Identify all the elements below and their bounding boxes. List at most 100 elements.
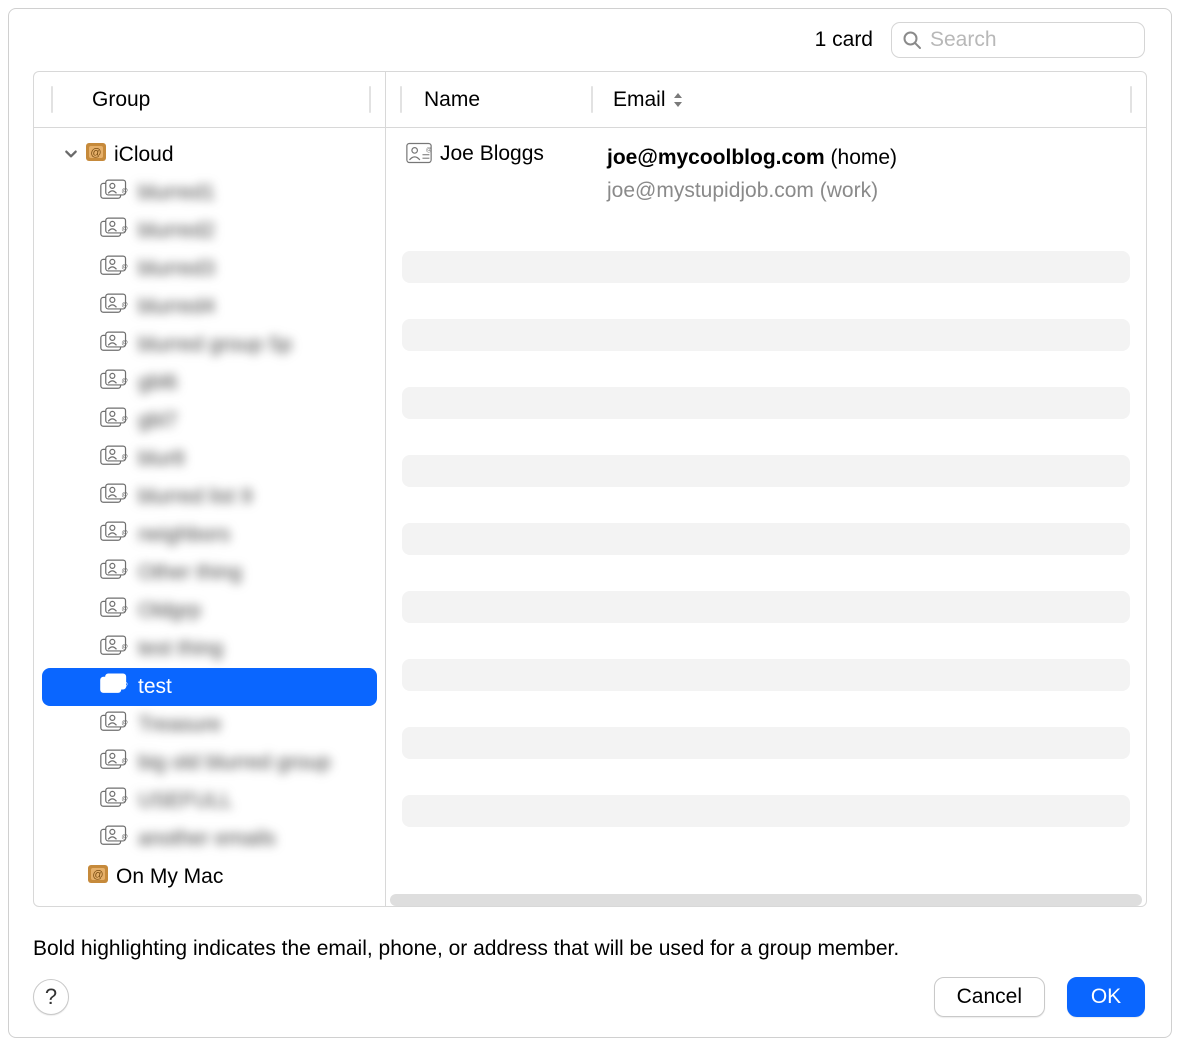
account-row-icloud[interactable]: @ iCloud: [42, 136, 377, 174]
sidebar-group-label: blurred3: [138, 257, 215, 281]
search-input[interactable]: [930, 28, 1134, 52]
empty-row-placeholder: [402, 523, 1130, 555]
sidebar-group-item[interactable]: @ blurred1: [42, 174, 377, 212]
contact-group-icon: @: [100, 255, 132, 283]
svg-text:@: @: [121, 643, 128, 650]
sidebar-group-item[interactable]: @blurred group 5p: [42, 326, 377, 364]
svg-text:@: @: [121, 491, 128, 498]
contact-row[interactable]: @Joe Bloggsjoe@mycoolblog.com (home)joe@…: [402, 134, 1130, 215]
disclosure-triangle-icon[interactable]: [64, 143, 78, 167]
sidebar-group-label: blurred4: [138, 295, 215, 319]
column-header-email[interactable]: Email: [591, 72, 1146, 127]
contact-group-icon: @: [100, 559, 132, 587]
sidebar-group-label: test thing: [138, 637, 223, 661]
sidebar-group-item[interactable]: @gbl6: [42, 364, 377, 402]
svg-text:@: @: [121, 681, 128, 688]
address-book-icon: @: [86, 862, 110, 892]
svg-text:@: @: [121, 757, 128, 764]
account-row-on-my-mac[interactable]: @On My Mac: [42, 858, 377, 896]
sidebar-group-label: test: [138, 675, 172, 699]
sidebar-group-item[interactable]: @gbl7: [42, 402, 377, 440]
sidebar-group-item[interactable]: @blurred list 9: [42, 478, 377, 516]
svg-text:@: @: [121, 605, 128, 612]
sidebar-group-item[interactable]: @another emails: [42, 820, 377, 858]
address-book-icon: @: [84, 140, 108, 170]
empty-row-placeholder: [402, 387, 1130, 419]
contact-group-icon: @: [100, 787, 132, 815]
column-email-label: Email: [613, 88, 666, 112]
sidebar-group-item[interactable]: @ Treasure: [42, 706, 377, 744]
footer-controls: ? Cancel OK: [33, 975, 1145, 1019]
contact-group-icon: @: [100, 331, 132, 359]
sidebar-group-item[interactable]: @ blurred2: [42, 212, 377, 250]
account-label: iCloud: [114, 143, 174, 167]
contact-group-icon: @: [100, 711, 132, 739]
cancel-button[interactable]: Cancel: [934, 977, 1045, 1017]
email-entry[interactable]: joe@mycoolblog.com (home): [607, 142, 1130, 175]
sidebar-group-item[interactable]: @ test: [42, 668, 377, 706]
contact-group-icon: @: [100, 369, 132, 397]
help-button-label: ?: [45, 984, 57, 1010]
empty-row-placeholder: [402, 591, 1130, 623]
empty-row-placeholder: [402, 795, 1130, 827]
sidebar-group-item[interactable]: @blurred4: [42, 288, 377, 326]
email-entry[interactable]: joe@mystupidjob.com (work): [607, 175, 1130, 208]
column-header-name[interactable]: Name: [386, 72, 591, 127]
sidebar-group-item[interactable]: @Other thing: [42, 554, 377, 592]
sidebar-group-label: blurred1: [138, 181, 215, 205]
sidebar-group-item[interactable]: @big old blurred group: [42, 744, 377, 782]
sidebar-header[interactable]: Group: [34, 72, 385, 128]
empty-row-placeholder: [402, 319, 1130, 351]
table-body: @Joe Bloggsjoe@mycoolblog.com (home)joe@…: [386, 128, 1146, 906]
svg-text:@: @: [121, 719, 128, 726]
help-button[interactable]: ?: [33, 979, 69, 1015]
empty-row-placeholder: [402, 455, 1130, 487]
svg-text:@: @: [121, 529, 128, 536]
column-name-label: Name: [424, 88, 480, 112]
sidebar-group-label: blur8: [138, 447, 185, 471]
sidebar-body: @iCloud@blurred1@blurred2@blurred3@blurr…: [34, 128, 385, 906]
table-header: Name Email: [386, 72, 1146, 128]
contact-name-cell: @ Joe Bloggs: [406, 142, 607, 207]
sidebar-group-item[interactable]: @blurred3: [42, 250, 377, 288]
svg-text:@: @: [121, 453, 128, 460]
sidebar-group-item[interactable]: @USEFULL: [42, 782, 377, 820]
sidebar-group-label: blurred2: [138, 219, 215, 243]
contact-emails: joe@mycoolblog.com (home)joe@mystupidjob…: [607, 142, 1130, 207]
email-type-label: (home): [831, 146, 898, 169]
main-pane: Name Email @ Joe Bloggs joe@mycoolblog.com…: [386, 72, 1146, 906]
sort-indicator-icon: [672, 92, 684, 108]
sidebar-group-label: Other thing: [138, 561, 242, 585]
ok-button[interactable]: OK: [1067, 977, 1145, 1017]
svg-text:@: @: [121, 187, 128, 194]
sidebar-header-label: Group: [92, 88, 150, 112]
sidebar-group-item[interactable]: @ test thing: [42, 630, 377, 668]
cancel-button-label: Cancel: [957, 985, 1022, 1009]
contact-group-icon: @: [100, 179, 132, 207]
svg-text:@: @: [90, 147, 101, 159]
sidebar-group-item[interactable]: @ blur8: [42, 440, 377, 478]
ok-button-label: OK: [1091, 985, 1121, 1009]
card-count-label: 1 card: [815, 28, 873, 52]
contact-group-icon: @: [100, 407, 132, 435]
horizontal-scrollbar[interactable]: [390, 894, 1142, 906]
sidebar-group-item[interactable]: @ Oldgrp: [42, 592, 377, 630]
contact-group-icon: @: [100, 825, 132, 853]
contact-group-icon: @: [100, 749, 132, 777]
svg-text:@: @: [426, 147, 432, 153]
top-bar: 1 card: [9, 9, 1171, 71]
contact-group-icon: @: [100, 673, 132, 701]
email-address: joe@mystupidjob.com: [607, 179, 814, 202]
sidebar-group-item[interactable]: @neighbors: [42, 516, 377, 554]
split-view: Group @iCloud@blurred1@blurred2@blurred3…: [33, 71, 1147, 907]
account-label: On My Mac: [116, 865, 223, 889]
sidebar-group-label: Oldgrp: [138, 599, 201, 623]
email-type-label: (work): [820, 179, 878, 202]
sidebar-group-label: USEFULL: [138, 789, 233, 813]
search-field[interactable]: [891, 22, 1145, 58]
contact-name: Joe Bloggs: [440, 142, 544, 166]
svg-text:@: @: [121, 415, 128, 422]
email-address: joe@mycoolblog.com: [607, 146, 825, 169]
svg-text:@: @: [121, 225, 128, 232]
sidebar-group-label: Treasure: [138, 713, 221, 737]
